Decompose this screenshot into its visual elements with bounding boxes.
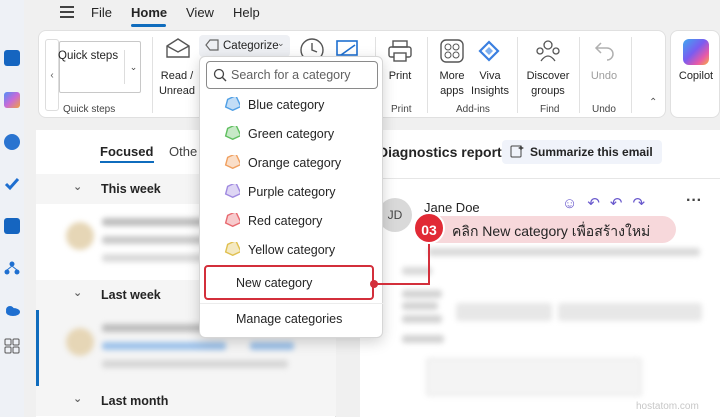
tag-icon: [224, 123, 242, 143]
tag-icon: [224, 210, 242, 230]
print-button[interactable]: Print: [388, 69, 412, 84]
quick-steps-dropdown[interactable]: Quick steps ⌄: [58, 41, 142, 93]
menu-bar: File Home View Help: [24, 0, 720, 28]
onedrive-icon[interactable]: [4, 302, 20, 318]
category-label: Green category: [248, 127, 335, 141]
copilot-icon: [683, 39, 709, 65]
tag-icon: [224, 181, 242, 201]
chevron-down-icon[interactable]: ⌄: [124, 50, 142, 84]
category-option[interactable]: Yellow category: [200, 236, 384, 264]
active-tab-indicator: [131, 24, 166, 27]
connector-dot: [370, 280, 378, 288]
group-header-last-month[interactable]: ⌄ Last month: [36, 386, 336, 416]
category-option[interactable]: Purple category: [200, 178, 384, 206]
people-icon[interactable]: [4, 134, 20, 150]
more-apps-icon[interactable]: [440, 39, 464, 66]
category-option[interactable]: Orange category: [200, 149, 384, 177]
category-option[interactable]: Green category: [200, 120, 384, 148]
watermark: hostatom.com: [636, 401, 699, 412]
quick-steps-group-label: Quick steps: [63, 104, 116, 115]
email-subject: Diagnostics report: [378, 144, 502, 160]
envelope-open-icon[interactable]: [165, 37, 191, 62]
summarize-button[interactable]: Summarize this email: [502, 140, 662, 164]
menu-view[interactable]: View: [186, 5, 214, 20]
tab-other[interactable]: Othe: [169, 144, 197, 159]
more-apps-button[interactable]: More apps: [435, 69, 469, 99]
chevron-down-icon: ⌄: [73, 393, 83, 405]
category-search-input[interactable]: [231, 65, 371, 85]
ribbon-scroll-left[interactable]: ‹: [45, 39, 59, 111]
print-group-label: Print: [391, 104, 412, 115]
copilot-label: Copilot: [678, 70, 714, 82]
discover-groups-button[interactable]: Discover groups: [525, 69, 571, 99]
category-option[interactable]: Red category: [200, 207, 384, 235]
org-icon[interactable]: [4, 260, 20, 276]
category-label: Orange category: [248, 156, 342, 170]
groups-icon[interactable]: [535, 39, 561, 66]
quick-steps-label: Quick steps: [58, 50, 119, 62]
new-category-highlight: [204, 265, 374, 300]
apps-icon[interactable]: [4, 338, 20, 354]
reaction-icons[interactable]: ☺↶↶↷: [562, 194, 666, 212]
viva-insights-button[interactable]: Viva Insights: [469, 69, 511, 99]
category-label: Purple category: [248, 185, 336, 199]
category-option[interactable]: Blue category: [200, 91, 384, 119]
printer-icon[interactable]: [387, 39, 413, 66]
app-rail: [0, 0, 24, 417]
category-label: Yellow category: [248, 243, 336, 257]
copilot-button[interactable]: Copilot: [670, 30, 720, 118]
tag-icon: [224, 239, 242, 259]
undo-group-label: Undo: [592, 104, 616, 115]
categorize-label: Categorize: [223, 40, 279, 52]
tag-icon: [224, 152, 242, 172]
addins-group-label: Add-ins: [456, 104, 490, 115]
annotation-label: คลิก New category เพื่อสร้างใหม่: [428, 216, 676, 243]
tag-icon: [205, 39, 219, 54]
search-icon: [213, 68, 227, 85]
manage-categories-option[interactable]: Manage categories: [236, 312, 342, 326]
more-options-icon[interactable]: ···: [686, 192, 702, 210]
category-label: Blue category: [248, 98, 325, 112]
save-icon[interactable]: [4, 218, 20, 234]
tab-focused[interactable]: Focused: [100, 144, 153, 159]
hamburger-icon[interactable]: [60, 6, 74, 18]
annotation-connector: [374, 240, 430, 285]
chevron-down-icon: ⌄: [73, 181, 83, 193]
menu-home[interactable]: Home: [131, 5, 167, 20]
copilot-icon[interactable]: [4, 92, 20, 108]
viva-insights-icon[interactable]: [476, 39, 502, 66]
undo-icon[interactable]: [593, 39, 617, 66]
todo-icon[interactable]: [4, 176, 20, 192]
tag-icon: [224, 94, 242, 114]
annotation-text: คลิก New category เพื่อสร้างใหม่: [452, 223, 651, 239]
category-label: Red category: [248, 214, 323, 228]
menu-help[interactable]: Help: [233, 5, 260, 20]
chevron-up-icon[interactable]: ⌃: [649, 97, 657, 108]
chevron-down-icon: ⌄: [73, 287, 83, 299]
categorize-button[interactable]: Categorize ⌄: [199, 35, 290, 57]
calendar-icon[interactable]: [4, 50, 20, 66]
menu-file[interactable]: File: [91, 5, 112, 20]
sparkle-doc-icon: [510, 144, 524, 161]
undo-button[interactable]: Undo: [589, 69, 619, 84]
find-group-label: Find: [540, 104, 560, 115]
step-badge: 03: [413, 212, 445, 244]
read-unread-button[interactable]: Read / Unread: [157, 69, 197, 99]
focused-tab-indicator: [100, 161, 154, 163]
category-search-box: [206, 61, 378, 89]
chevron-down-icon: ⌄: [277, 38, 285, 48]
